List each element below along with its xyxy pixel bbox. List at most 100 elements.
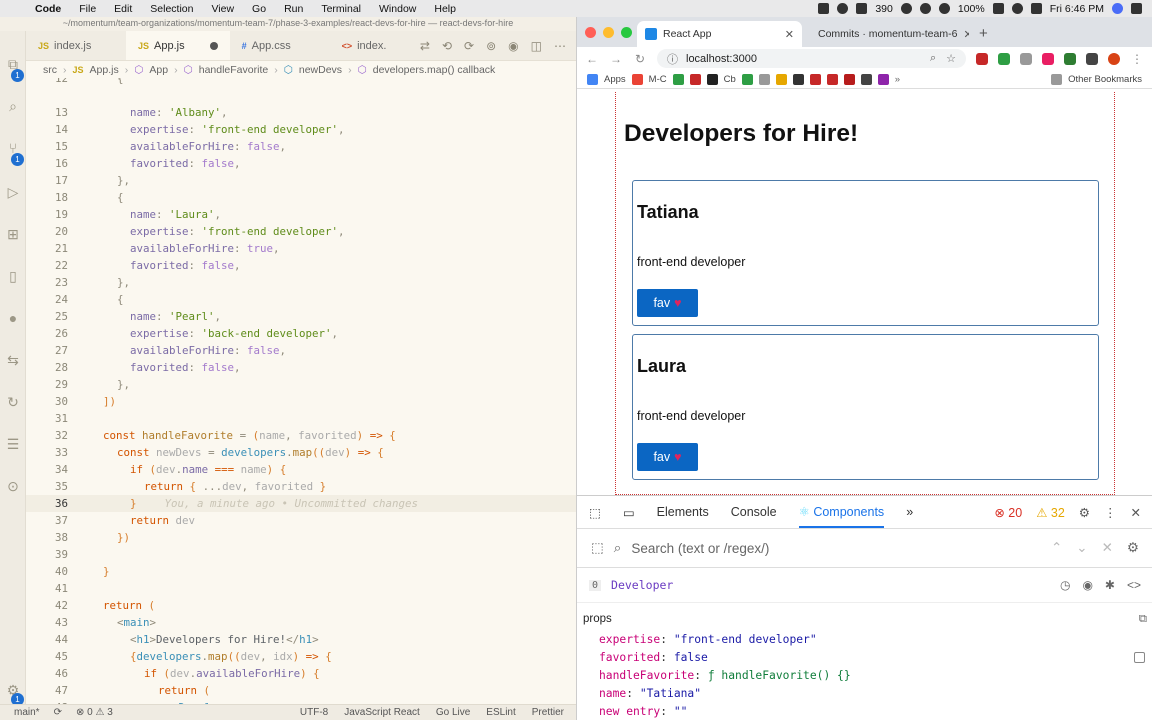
fav-button[interactable]: fav ♥ <box>637 443 698 471</box>
prop-row[interactable]: name: "Tatiana" <box>577 685 1152 703</box>
prettier-indicator[interactable]: Prettier <box>532 707 564 718</box>
close-tab-icon[interactable]: ✕ <box>963 28 969 41</box>
bookmark-icon[interactable] <box>689 73 701 85</box>
zoom-search-icon[interactable]: ⌕ <box>930 52 936 65</box>
breadcrumb-new-devs[interactable]: newDevs <box>299 64 342 76</box>
more-actions-icon[interactable]: ⋯ <box>554 39 566 53</box>
tab-elements[interactable]: Elements <box>657 505 709 519</box>
tab-app-js[interactable]: JS App.js <box>126 31 230 60</box>
timer-status-icon[interactable] <box>900 3 912 14</box>
bookmark-mc[interactable]: M-C <box>649 74 667 85</box>
devtools-close-icon[interactable]: ✕ <box>1131 505 1141 520</box>
tab-index-js[interactable]: JS index.js <box>26 31 126 60</box>
menu-view[interactable]: View <box>202 3 243 15</box>
other-bookmarks[interactable]: Other Bookmarks <box>1068 74 1142 85</box>
wifi-icon[interactable] <box>938 3 950 14</box>
prop-row[interactable]: handleFavorite: ƒ handleFavorite() {} <box>577 667 1152 685</box>
breadcrumb-map-callback[interactable]: developers.map() callback <box>373 64 496 76</box>
selected-component[interactable]: 0 Developer ◷ ◉ ✱ <> <box>577 568 1152 603</box>
tab-index-html[interactable]: <> index. <box>330 31 391 60</box>
bookmark-icon[interactable] <box>877 73 889 85</box>
browser-tab-react-app[interactable]: React App ✕ <box>637 21 802 47</box>
bookmark-cb[interactable]: Cb <box>724 74 736 85</box>
extensions-icon[interactable]: ⊞ <box>4 225 22 243</box>
search-icon[interactable]: ⌕ <box>4 97 22 115</box>
close-tab-icon[interactable]: ✕ <box>785 28 794 41</box>
warning-count[interactable]: ⚠ 32 <box>1036 505 1065 520</box>
search-clear-icon[interactable]: ✕ <box>1102 540 1113 556</box>
bookmark-icon[interactable] <box>860 73 872 85</box>
unsaved-dot-icon[interactable] <box>209 41 218 50</box>
log-component-icon[interactable]: ✱ <box>1105 578 1115 592</box>
browser-tab-commits[interactable]: Commits · momentum-team-6 ✕ <box>804 21 969 47</box>
go-back-icon[interactable]: ⟲ <box>442 39 452 53</box>
bookmark-icon[interactable]: ▯ <box>4 267 22 285</box>
profile-avatar-icon[interactable] <box>1108 52 1120 65</box>
favorited-checkbox[interactable] <box>1134 652 1145 663</box>
zoom-window-icon[interactable] <box>621 27 632 38</box>
extension-lock-icon[interactable] <box>976 52 988 65</box>
view-source-icon[interactable]: <> <box>1127 578 1141 592</box>
prop-value[interactable]: "Tatiana" <box>640 687 701 700</box>
menu-window[interactable]: Window <box>370 3 425 15</box>
compare-icon[interactable]: ⇄ <box>420 39 430 53</box>
breadcrumb-folder[interactable]: src <box>43 64 57 76</box>
prop-value[interactable]: false <box>674 651 708 664</box>
device-toolbar-icon[interactable]: ▭ <box>623 505 635 520</box>
clock[interactable]: Fri 6:46 PM <box>1050 3 1104 15</box>
github-bookmark-icon[interactable] <box>706 73 718 85</box>
close-window-icon[interactable] <box>585 27 596 38</box>
new-tab-icon[interactable]: + <box>971 25 996 47</box>
menu-app-code[interactable]: Code <box>26 3 70 15</box>
bookmark-icon[interactable] <box>843 73 855 85</box>
bookmark-apps[interactable]: Apps <box>604 74 626 85</box>
github-icon[interactable]: ● <box>4 309 22 327</box>
back-icon[interactable]: ← <box>585 52 599 66</box>
inspect-element-icon[interactable]: ⬚ <box>589 505 601 520</box>
extension-vue-icon[interactable] <box>1064 52 1076 65</box>
devtools-menu-icon[interactable]: ⋮ <box>1104 505 1117 520</box>
minimize-window-icon[interactable] <box>603 27 614 38</box>
extra-status-icon[interactable] <box>919 3 931 14</box>
siri-icon[interactable] <box>1112 3 1123 14</box>
encoding-indicator[interactable]: UTF-8 <box>300 707 328 718</box>
timeline-action-icon[interactable]: ⊚ <box>486 39 496 53</box>
menu-terminal[interactable]: Terminal <box>312 3 370 15</box>
breadcrumb-app[interactable]: App <box>149 64 168 76</box>
sync-icon[interactable]: ⟳ <box>54 707 62 718</box>
components-settings-icon[interactable]: ⚙ <box>1127 540 1139 556</box>
extension-pink-icon[interactable] <box>1042 52 1054 65</box>
bookmark-icon[interactable] <box>775 73 787 85</box>
battery-icon[interactable] <box>992 3 1004 14</box>
camera-status-icon[interactable] <box>818 3 830 14</box>
menu-selection[interactable]: Selection <box>141 3 202 15</box>
notes-icon[interactable]: ☰ <box>4 435 22 453</box>
bookmark-icon[interactable] <box>792 73 804 85</box>
tab-components[interactable]: ⚛ Components <box>798 496 885 528</box>
fav-button[interactable]: fav ♥ <box>637 289 698 317</box>
copy-props-icon[interactable]: ⧉ <box>1139 613 1147 626</box>
git-branch[interactable]: main* <box>14 707 40 718</box>
bookmark-icon[interactable] <box>758 73 770 85</box>
more-tabs-icon[interactable]: » <box>906 505 913 519</box>
prop-row[interactable]: favorited: false <box>577 649 1152 667</box>
eslint-indicator[interactable]: ESLint <box>486 707 515 718</box>
prop-row[interactable]: expertise: "front-end developer" <box>577 631 1152 649</box>
menu-edit[interactable]: Edit <box>105 3 141 15</box>
more-bookmarks-icon[interactable]: » <box>895 74 900 85</box>
chrome-menu-icon[interactable]: ⋮ <box>1130 52 1144 66</box>
menu-help[interactable]: Help <box>425 3 465 15</box>
bookmark-icon[interactable] <box>826 73 838 85</box>
prop-row[interactable]: new entry: "" <box>577 703 1152 720</box>
apps-grid-icon[interactable] <box>587 73 598 85</box>
suspend-icon[interactable]: ◷ <box>1060 578 1070 592</box>
component-search-input[interactable]: Search (text or /regex/) <box>631 541 769 556</box>
prop-value[interactable]: ƒ handleFavorite() {} <box>708 669 851 682</box>
extension-evernote-icon[interactable] <box>998 52 1010 65</box>
reload-icon[interactable]: ↻ <box>633 52 647 66</box>
extensions-puzzle-icon[interactable] <box>1086 52 1098 65</box>
menu-go[interactable]: Go <box>243 3 275 15</box>
breadcrumb-handle-favorite[interactable]: handleFavorite <box>199 64 268 76</box>
gmail-bookmark-icon[interactable] <box>631 73 643 85</box>
code-editor[interactable]: 12 { 13 name: 'Albany', 14 expertise: 'fron… <box>26 78 576 704</box>
